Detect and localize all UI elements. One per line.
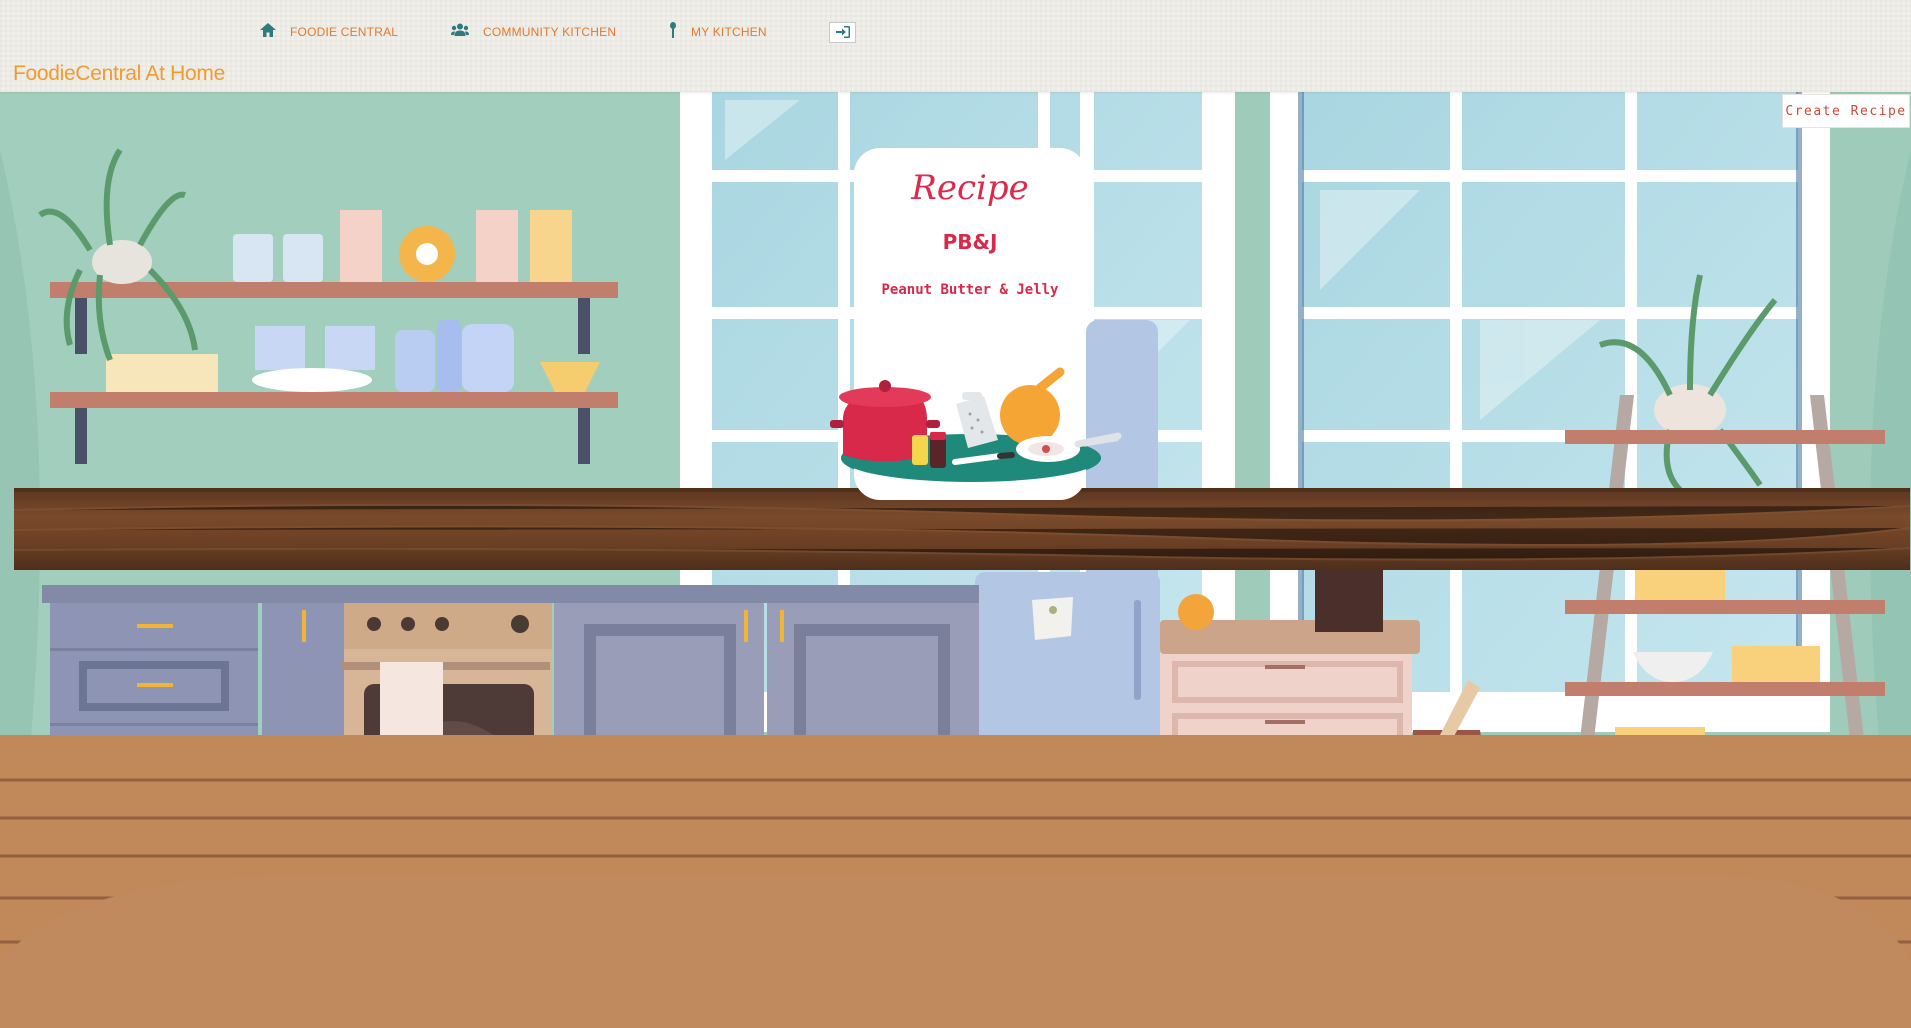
site-title: FoodieCentral At Home bbox=[13, 62, 225, 85]
recipe-description: Peanut Butter & Jelly bbox=[881, 282, 1059, 298]
nav-my-kitchen[interactable]: MY KITCHEN bbox=[669, 22, 767, 42]
users-icon bbox=[451, 22, 469, 41]
home-icon bbox=[260, 22, 276, 41]
create-recipe-button[interactable]: Create Recipe bbox=[1782, 94, 1910, 128]
sign-in-icon bbox=[835, 23, 850, 42]
recipe-name: PB&J bbox=[942, 230, 998, 254]
recipe-card[interactable]: Recipe PB&J Peanut Butter & Jelly bbox=[854, 148, 1086, 500]
sign-in-button[interactable] bbox=[829, 22, 856, 43]
spoon-icon bbox=[669, 22, 677, 42]
nav-my-kitchen-label: MY KITCHEN bbox=[691, 25, 767, 39]
nav-foodie-central-label: FOODIE CENTRAL bbox=[290, 24, 399, 39]
nav-community-kitchen[interactable]: COMMUNITY KITCHEN bbox=[451, 22, 616, 41]
nav-community-kitchen-label: COMMUNITY KITCHEN bbox=[483, 24, 617, 39]
nav-foodie-central[interactable]: FOODIE CENTRAL bbox=[260, 22, 398, 41]
top-navigation-bar: FOODIE CENTRAL COMMUNITY KITCHEN MY KITC… bbox=[0, 0, 1911, 92]
recipe-card-heading: Recipe bbox=[911, 168, 1029, 208]
